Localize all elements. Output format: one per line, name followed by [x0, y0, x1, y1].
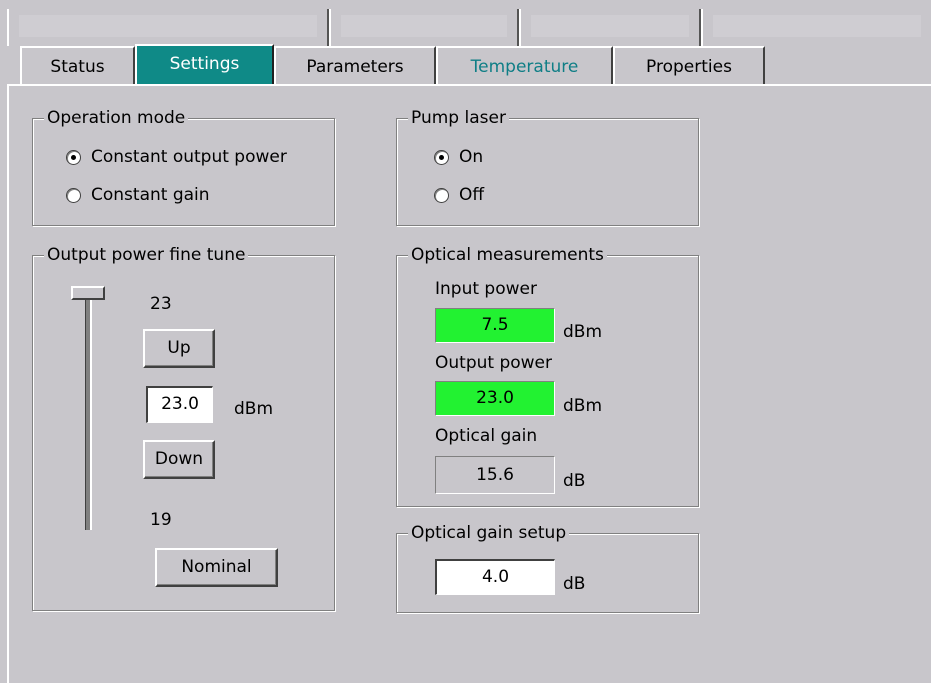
window: Status Settings Parameters Temperature P… — [0, 0, 931, 683]
radio-indicator — [434, 187, 449, 203]
back-tab[interactable] — [329, 9, 519, 46]
operation-mode-group: Operation mode Constant output power Con… — [32, 107, 335, 226]
nominal-button[interactable]: Nominal — [155, 548, 278, 587]
pump-laser-group: Pump laser On Off — [396, 107, 699, 226]
tab-properties[interactable]: Properties — [613, 46, 765, 84]
slider-track[interactable] — [85, 288, 92, 530]
slider-max-label: 23 — [150, 294, 172, 314]
operation-mode-title: Operation mode — [44, 107, 189, 129]
tab-status[interactable]: Status — [20, 46, 135, 84]
optical-measurements-group: Optical measurements Input power 7.5 dBm… — [396, 244, 699, 507]
optical-gain-display: 15.6 — [435, 456, 555, 494]
gain-setup-group: Optical gain setup 4.0 dB — [396, 522, 699, 613]
fine-tune-group: Output power fine tune 23 Up 23.0 dBm Do… — [32, 244, 335, 611]
radio-pump-off[interactable]: Off — [434, 185, 484, 205]
up-button[interactable]: Up — [143, 329, 215, 368]
output-power-display-unit: dBm — [563, 396, 603, 416]
input-power-display: 7.5 — [435, 308, 555, 343]
back-tab-label-area — [341, 15, 507, 37]
gain-setup-title: Optical gain setup — [408, 522, 570, 544]
back-tab[interactable] — [7, 9, 329, 46]
tab-settings[interactable]: Settings — [135, 44, 274, 86]
optical-gain-unit: dB — [563, 471, 586, 491]
radio-selected-indicator — [66, 149, 81, 165]
radio-pump-on[interactable]: On — [434, 147, 483, 167]
output-power-input[interactable]: 23.0 — [146, 386, 213, 423]
input-power-label: Input power — [435, 279, 537, 299]
back-tab-label-area — [531, 15, 689, 37]
back-tab-label-area — [713, 15, 921, 37]
radio-label: Off — [459, 185, 485, 205]
tab-temperature[interactable]: Temperature — [436, 46, 613, 84]
radio-label: On — [459, 147, 484, 167]
down-button[interactable]: Down — [143, 440, 215, 479]
input-power-unit: dBm — [563, 322, 603, 342]
tab-parameters[interactable]: Parameters — [274, 46, 436, 84]
radio-label: Constant gain — [91, 185, 210, 205]
radio-constant-output-power[interactable]: Constant output power — [66, 147, 287, 167]
output-power-label: Output power — [435, 353, 552, 373]
radio-label: Constant output power — [91, 147, 287, 167]
fine-tune-title: Output power fine tune — [44, 244, 249, 266]
settings-page: Operation mode Constant output power Con… — [7, 86, 931, 683]
output-power-unit: dBm — [234, 399, 274, 419]
back-tab[interactable] — [701, 9, 931, 46]
slider-min-label: 19 — [150, 510, 172, 530]
radio-constant-gain[interactable]: Constant gain — [66, 185, 210, 205]
back-tab[interactable] — [519, 9, 701, 46]
slider-thumb[interactable] — [71, 286, 105, 300]
optical-measurements-title: Optical measurements — [408, 244, 607, 266]
gain-setup-input[interactable]: 4.0 — [435, 559, 555, 595]
radio-indicator — [66, 187, 81, 203]
radio-selected-indicator — [434, 149, 449, 165]
output-power-display: 23.0 — [435, 381, 555, 416]
back-tab-label-area — [19, 15, 317, 37]
pump-laser-title: Pump laser — [408, 107, 509, 129]
gain-setup-unit: dB — [563, 574, 586, 594]
optical-gain-label: Optical gain — [435, 426, 538, 446]
